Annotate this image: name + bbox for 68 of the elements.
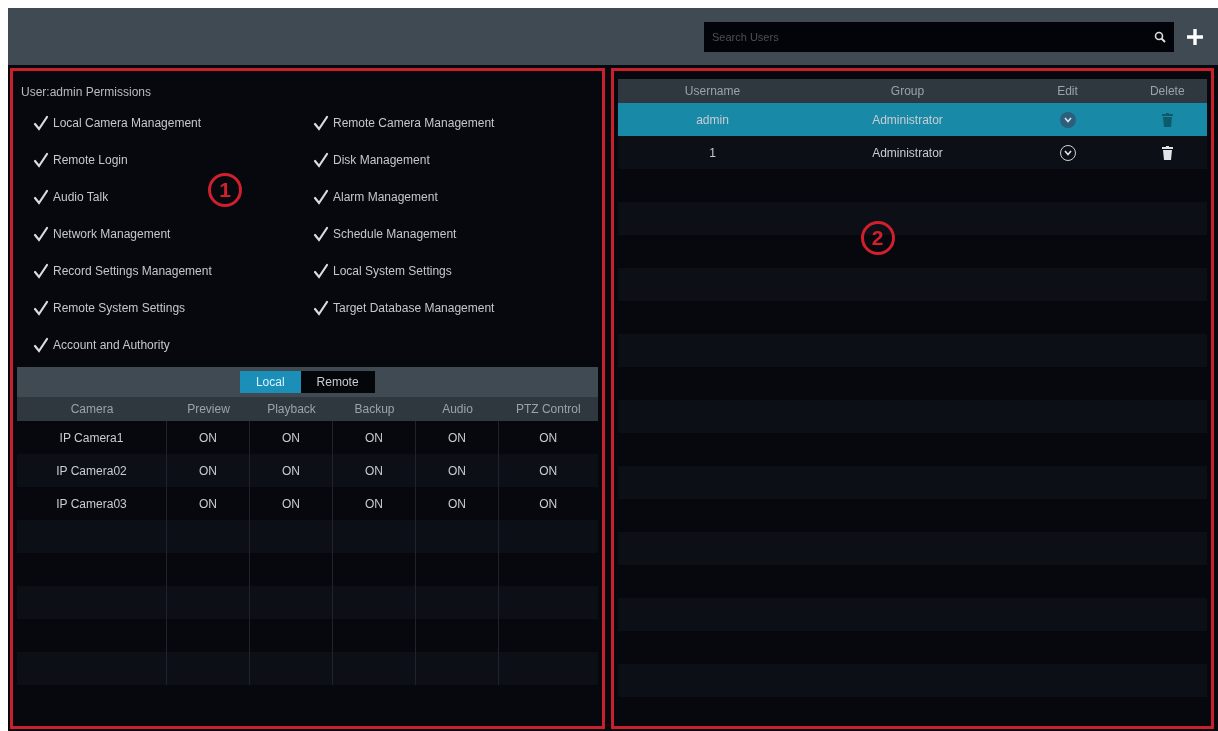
check-icon[interactable] [313,189,329,205]
search-icon [1154,30,1166,43]
permission-label: Alarm Management [333,190,438,204]
search-field[interactable]: Search Users [704,21,1174,52]
annotation-marker: 2 [860,221,895,255]
check-icon[interactable] [313,226,329,242]
check-icon[interactable] [313,263,329,279]
table-cell: ON [282,430,300,445]
table-cell: 1 [709,145,716,160]
column-header: Delete [1148,84,1186,98]
permission-label: Record Settings Management [53,264,212,278]
check-icon[interactable] [313,300,329,316]
add-button[interactable] [1186,27,1204,46]
table-cell: ON [365,463,383,478]
permission-label: Local System Settings [333,264,452,278]
plus-icon [1186,27,1204,46]
permission-label: Network Management [53,227,171,241]
table-cell: Administrator [872,145,943,160]
table-cell: ON [282,463,300,478]
table-cell: ON [539,430,558,445]
check-icon[interactable] [33,226,49,242]
permission-label: Local Camera Management [53,116,202,130]
column-header: Edit [1056,84,1079,98]
table-cell: IP Camera03 [56,496,127,511]
column-header: Camera [69,402,115,416]
table-cell: ON [539,463,558,478]
permission-label: Target Database Management [333,301,495,315]
table-cell: Administrator [872,112,943,127]
table-cell: ON [199,496,217,511]
table-cell: ON [448,430,466,445]
table-cell: IP Camera02 [56,463,127,478]
permission-label: Remote System Settings [53,301,186,315]
check-icon[interactable] [313,115,329,131]
table-cell: ON [539,496,558,511]
table-cell: ON [448,463,466,478]
permission-label: Audio Talk [53,190,109,204]
check-icon[interactable] [33,115,49,131]
table-cell: ON [365,430,383,445]
table-cell: ON [199,463,217,478]
column-header: Preview [186,402,231,416]
column-header: Backup [353,402,396,416]
permission-label: Remote Camera Management [333,116,495,130]
check-icon[interactable] [33,189,49,205]
table-cell: ON [448,496,466,511]
panel-title: User:admin Permissions [20,84,153,101]
trash-icon[interactable] [1161,145,1173,160]
table-cell: ON [199,430,217,445]
check-icon[interactable] [33,337,49,353]
check-icon[interactable] [33,300,49,316]
column-header: Username [683,84,742,98]
check-icon[interactable] [33,263,49,279]
table-cell: ON [282,496,300,511]
column-header: Group [889,84,926,98]
tab[interactable]: Remote [300,371,375,393]
check-icon[interactable] [33,152,49,168]
annotation-marker: 1 [208,173,242,207]
column-header: Playback [266,402,317,416]
user-row[interactable]: 1 Administrator [617,136,1207,169]
permission-label: Schedule Management [333,227,457,241]
column-header: PTZ Control [514,402,582,416]
permission-label: Disk Management [333,153,430,167]
check-icon[interactable] [313,152,329,168]
table-cell: IP Camera1 [59,430,124,445]
table-cell: admin [696,112,729,127]
permission-label: Remote Login [53,153,128,167]
column-header: Audio [441,402,474,416]
permission-label: Account and Authority [53,338,170,352]
table-cell: ON [365,496,383,511]
